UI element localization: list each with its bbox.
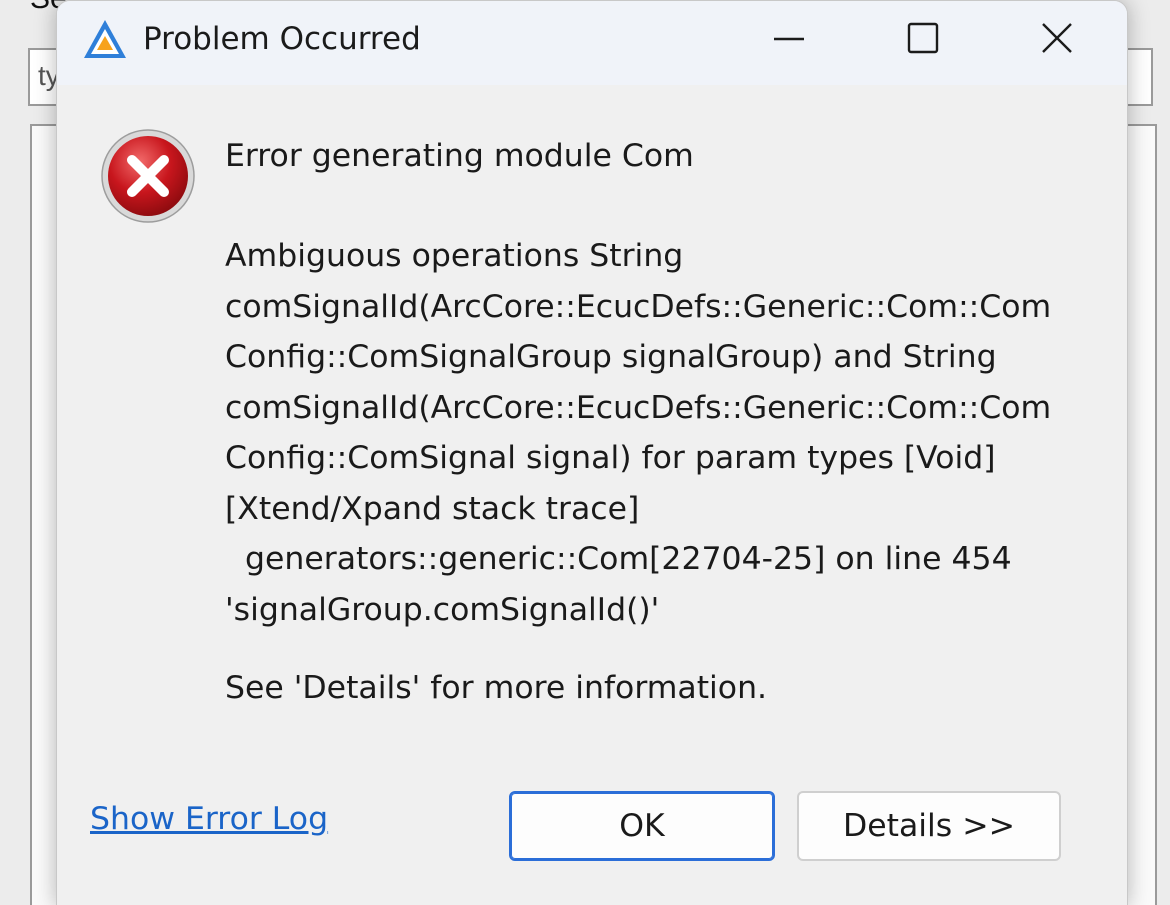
close-button[interactable] — [997, 1, 1117, 79]
problem-dialog: Problem Occurred Error generating module… — [56, 0, 1128, 905]
error-message-line: comSignalId(ArcCore::EcucDefs::Generic::… — [225, 389, 1052, 426]
error-title: Error generating module Com — [225, 138, 694, 174]
minimize-icon — [772, 21, 806, 59]
error-message-line: [Xtend/Xpand stack trace] — [225, 490, 640, 527]
error-icon — [99, 127, 197, 225]
maximize-icon — [906, 21, 940, 59]
dialog-title: Problem Occurred — [143, 21, 421, 57]
error-message-line: Config::ComSignal signal) for param type… — [225, 440, 996, 476]
details-hint: See 'Details' for more information. — [225, 670, 768, 706]
error-message-line: Ambiguous operations String — [225, 238, 684, 274]
maximize-button[interactable] — [863, 1, 983, 79]
dialog-titlebar[interactable]: Problem Occurred — [57, 1, 1127, 85]
error-message-line: generators::generic::Com[22704-25] on li… — [225, 541, 1012, 577]
error-message: Ambiguous operations String comSignalId(… — [225, 231, 1115, 635]
app-icon — [81, 17, 129, 63]
details-button[interactable]: Details >> — [797, 791, 1061, 861]
minimize-button[interactable] — [729, 1, 849, 79]
close-icon — [1040, 21, 1074, 59]
error-message-line: Config::ComSignalGroup signalGroup) and … — [225, 339, 997, 375]
error-message-line: comSignalId(ArcCore::EcucDefs::Generic::… — [225, 288, 1052, 325]
ok-button[interactable]: OK — [509, 791, 775, 861]
error-message-line: 'signalGroup.comSignalId()' — [225, 591, 660, 628]
show-error-log-link[interactable]: Show Error Log — [90, 801, 328, 837]
